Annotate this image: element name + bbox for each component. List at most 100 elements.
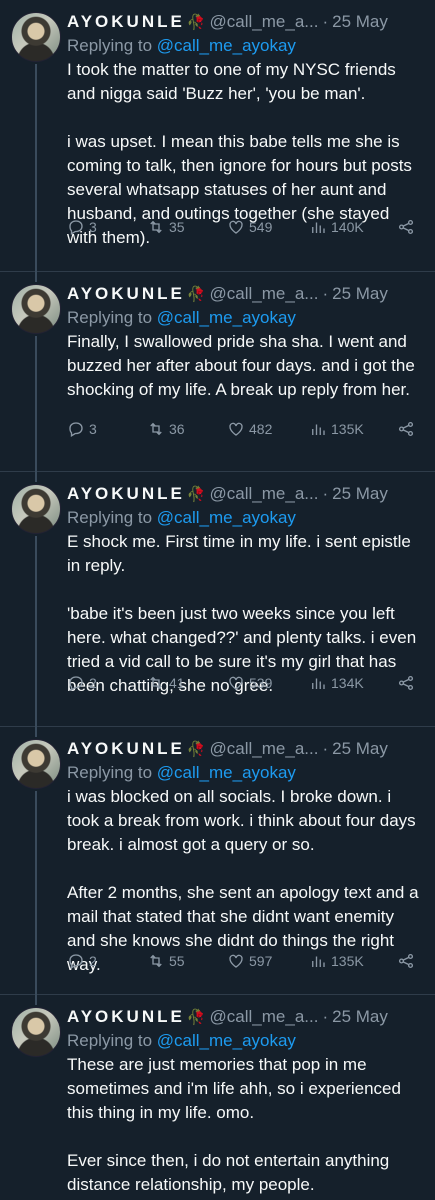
retweet-count: 41 [169, 675, 185, 691]
rose-badge-icon: 🥀 [186, 486, 206, 503]
reply-count: 3 [89, 219, 97, 235]
separator-dot: · [322, 1007, 329, 1026]
views-icon [312, 424, 325, 435]
tweet[interactable]: AYOKUNLE 🥀 @call_me_a... · 25 May Replyi… [0, 0, 435, 272]
rose-badge-icon: 🥀 [186, 741, 206, 758]
author-handle[interactable]: @call_me_a... [210, 1007, 319, 1027]
tweet[interactable]: AYOKUNLE 🥀 @call_me_a... · 25 May Replyi… [0, 727, 435, 995]
tweet-header: AYOKUNLE 🥀 @call_me_a... · 25 May [67, 10, 423, 34]
author-name[interactable]: AYOKUNLE [67, 1007, 185, 1027]
reply-mention-link[interactable]: @call_me_ayokay [157, 508, 296, 527]
reply-button[interactable]: 2 [67, 674, 147, 692]
author-name[interactable]: AYOKUNLE [67, 12, 185, 32]
views-icon [312, 222, 325, 233]
separator-dot: · [322, 739, 329, 758]
views-button[interactable]: 135K [309, 420, 397, 438]
share-button[interactable] [397, 952, 415, 970]
thread-line [35, 272, 37, 282]
replying-to: Replying to @call_me_ayokay [67, 508, 423, 528]
thread-line [35, 472, 37, 482]
author-name[interactable]: AYOKUNLE [67, 284, 185, 304]
tweet-date[interactable]: 25 May [332, 284, 388, 304]
share-button[interactable] [397, 218, 415, 236]
author-name[interactable]: AYOKUNLE [67, 739, 185, 759]
reply-count: 3 [89, 421, 97, 437]
share-button[interactable] [397, 674, 415, 692]
tweet-header: AYOKUNLE 🥀 @call_me_a... · 25 May [67, 1005, 423, 1029]
reply-icon [69, 954, 83, 969]
avatar[interactable] [11, 284, 61, 334]
retweet-button[interactable]: 41 [147, 674, 227, 692]
rose-badge-icon: 🥀 [186, 286, 206, 303]
thread-line [35, 64, 37, 272]
like-button[interactable]: 482 [227, 420, 309, 438]
reply-button[interactable]: 3 [67, 218, 147, 236]
views-count: 140K [331, 219, 364, 235]
tweet-text: Finally, I swallowed pride sha sha. I we… [67, 332, 420, 399]
separator-dot: · [322, 484, 329, 503]
author-handle[interactable]: @call_me_a... [210, 739, 319, 759]
retweet-icon [150, 422, 162, 436]
share-icon [398, 421, 414, 437]
tweet-header: AYOKUNLE 🥀 @call_me_a... · 25 May [67, 737, 423, 761]
replying-to-label: Replying to [67, 508, 157, 527]
replying-to-label: Replying to [67, 36, 157, 55]
replying-to-label: Replying to [67, 308, 157, 327]
reply-mention-link[interactable]: @call_me_ayokay [157, 308, 296, 327]
author-handle[interactable]: @call_me_a... [210, 284, 319, 304]
separator-dot: · [322, 284, 329, 303]
heart-icon [229, 954, 243, 968]
like-count: 539 [249, 675, 273, 691]
reply-icon [69, 676, 83, 691]
retweet-icon [150, 954, 162, 968]
thread-line [35, 791, 37, 995]
heart-icon [229, 422, 243, 436]
heart-icon [229, 676, 243, 690]
like-button[interactable]: 539 [227, 674, 309, 692]
views-button[interactable]: 140K [309, 218, 397, 236]
reply-icon [69, 220, 83, 235]
avatar[interactable] [11, 739, 61, 789]
tweet[interactable]: AYOKUNLE 🥀 @call_me_a... · 25 May Replyi… [0, 472, 435, 727]
tweet-date[interactable]: 25 May [332, 739, 388, 759]
tweet-text: These are just memories that pop in me s… [67, 1055, 401, 1194]
reply-button[interactable]: 2 [67, 952, 147, 970]
author-name[interactable]: AYOKUNLE [67, 484, 185, 504]
tweet-actions: 2 41 539 134K [67, 672, 423, 694]
reply-icon [69, 422, 83, 437]
retweet-button[interactable]: 35 [147, 218, 227, 236]
avatar[interactable] [11, 1007, 61, 1057]
reply-mention-link[interactable]: @call_me_ayokay [157, 1031, 296, 1050]
tweet-date[interactable]: 25 May [332, 1007, 388, 1027]
reply-button[interactable]: 3 [67, 420, 147, 438]
tweet-actions: 2 55 597 135K [67, 950, 423, 972]
author-handle[interactable]: @call_me_a... [210, 484, 319, 504]
like-count: 597 [249, 953, 273, 969]
author-handle[interactable]: @call_me_a... [210, 12, 319, 32]
views-count: 135K [331, 421, 364, 437]
tweet[interactable]: AYOKUNLE 🥀 @call_me_a... · 25 May Replyi… [0, 272, 435, 472]
views-button[interactable]: 135K [309, 952, 397, 970]
replying-to-label: Replying to [67, 1031, 157, 1050]
share-button[interactable] [397, 420, 415, 438]
thread-line [35, 727, 37, 737]
tweet-header: AYOKUNLE 🥀 @call_me_a... · 25 May [67, 482, 423, 506]
retweet-button[interactable]: 36 [147, 420, 227, 438]
views-button[interactable]: 134K [309, 674, 397, 692]
tweet-date[interactable]: 25 May [332, 484, 388, 504]
views-icon [312, 956, 325, 967]
avatar[interactable] [11, 484, 61, 534]
reply-mention-link[interactable]: @call_me_ayokay [157, 763, 296, 782]
retweet-count: 36 [169, 421, 185, 437]
thread-line [35, 536, 37, 727]
tweet-date[interactable]: 25 May [332, 12, 388, 32]
retweet-button[interactable]: 55 [147, 952, 227, 970]
avatar[interactable] [11, 12, 61, 62]
tweet[interactable]: AYOKUNLE 🥀 @call_me_a... · 25 May Replyi… [0, 995, 435, 1200]
reply-mention-link[interactable]: @call_me_ayokay [157, 36, 296, 55]
tweet-header: AYOKUNLE 🥀 @call_me_a... · 25 May [67, 282, 423, 306]
tweet-actions: 3 36 482 135K [67, 418, 423, 440]
share-icon [398, 675, 414, 691]
like-button[interactable]: 597 [227, 952, 309, 970]
like-button[interactable]: 549 [227, 218, 309, 236]
